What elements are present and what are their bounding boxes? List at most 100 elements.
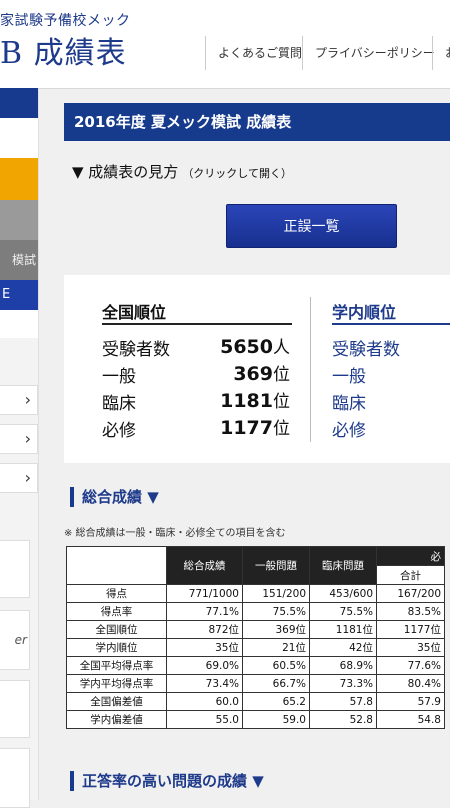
cell: 77.1% xyxy=(166,602,243,621)
row-label: 全国順位 xyxy=(66,620,167,639)
sidebar: 模試 E › › › er xyxy=(0,88,39,808)
row-label: 得点率 xyxy=(66,602,167,621)
rank-divider xyxy=(310,297,311,442)
col-general: 一般問題 xyxy=(242,546,310,585)
sidebar-link-2[interactable]: › xyxy=(0,424,38,454)
chevron-right-icon: › xyxy=(24,468,31,487)
logo-subtitle: 家試験予備校メック xyxy=(0,13,131,29)
school-label-clinical: 臨床 xyxy=(332,394,366,414)
table-corner-cell xyxy=(66,546,167,585)
sidebar-banner-4[interactable] xyxy=(0,748,30,808)
rank-label-clinical: 臨床 xyxy=(102,394,136,414)
overall-note: ※ 総合成績は一般・臨床・必修全ての項目を含む xyxy=(64,528,286,539)
rank-value-general: 369位 xyxy=(233,363,290,385)
national-title-underline xyxy=(102,323,292,325)
row-label: 全国偏差値 xyxy=(66,692,167,711)
cell: 75.5% xyxy=(242,602,310,621)
site-header: 家試験予備校メック B 成績表 よくあるご質問 プライバシーポリシー お xyxy=(0,0,450,89)
sidebar-banner-3[interactable] xyxy=(0,680,30,738)
rank-label-examinees: 受験者数 xyxy=(102,340,170,360)
ranking-panel: 全国順位 学内順位 受験者数 5650人 一般 369位 臨床 1181位 必修… xyxy=(64,275,450,463)
cell: 59.0 xyxy=(242,710,310,729)
cell: 771/1000 xyxy=(166,584,243,603)
col-group-required: 必 xyxy=(376,546,445,566)
banner-logo-mark: er xyxy=(14,633,27,647)
cell: 151/200 xyxy=(242,584,310,603)
page-title: 2016年度 夏メック模試 成績表 xyxy=(64,103,450,141)
school-title-underline xyxy=(332,323,450,325)
row-label: 学内順位 xyxy=(66,638,167,657)
cell: 60.5% xyxy=(242,656,310,675)
table-header-row: 総合成績 一般問題 臨床問題 必 xyxy=(66,546,445,585)
table-row: 全国偏差値 60.0 65.2 57.8 57.9 xyxy=(66,692,445,711)
col-clinical: 臨床問題 xyxy=(309,546,377,585)
table-row: 学内順位 35位 21位 42位 35位 xyxy=(66,638,445,657)
howto-label: ▼ 成績表の見方 xyxy=(72,163,179,181)
overall-section-toggle[interactable]: 総合成績 ▼ xyxy=(70,487,159,507)
cell: 68.9% xyxy=(309,656,377,675)
cell: 75.5% xyxy=(309,602,377,621)
cell: 73.4% xyxy=(166,674,243,693)
chevron-right-icon: › xyxy=(24,429,31,448)
sidebar-block-orange[interactable] xyxy=(0,158,38,200)
howto-hint: （クリックして開く） xyxy=(182,167,292,180)
nav-faq[interactable]: よくあるご質問 xyxy=(205,36,302,70)
rank-value-required: 1177位 xyxy=(220,417,290,439)
rank-value-examinees: 5650人 xyxy=(220,336,290,358)
national-rank-title: 全国順位 xyxy=(102,303,167,322)
nav-item-partial[interactable]: お xyxy=(432,36,450,70)
sidebar-item-mock-exam[interactable]: 模試 xyxy=(0,240,38,280)
cell: 21位 xyxy=(242,638,310,657)
cell: 55.0 xyxy=(166,710,243,729)
cell: 35位 xyxy=(376,638,445,657)
high-accuracy-section-toggle[interactable]: 正答率の高い問題の成績 ▼ xyxy=(70,771,264,791)
cell: 52.8 xyxy=(309,710,377,729)
row-label: 全国平均得点率 xyxy=(66,656,167,675)
cell: 69.0% xyxy=(166,656,243,675)
table-row: 学内偏差値 55.0 59.0 52.8 54.8 xyxy=(66,710,445,729)
cell: 54.8 xyxy=(376,710,445,729)
sidebar-banner-2[interactable]: er xyxy=(0,610,30,670)
sidebar-block-gray[interactable] xyxy=(0,200,38,240)
table-row: 得点率 77.1% 75.5% 75.5% 83.5% xyxy=(66,602,445,621)
table-row: 全国順位 872位 369位 1181位 1177位 xyxy=(66,620,445,639)
sidebar-item-e[interactable]: E xyxy=(0,280,38,310)
cell: 57.9 xyxy=(376,692,445,711)
cell: 73.3% xyxy=(309,674,377,693)
rank-label-general: 一般 xyxy=(102,367,136,387)
cell: 83.5% xyxy=(376,602,445,621)
sidebar-block-navy[interactable] xyxy=(0,88,38,118)
cell: 57.8 xyxy=(309,692,377,711)
table-row: 得点 771/1000 151/200 453/600 167/200 xyxy=(66,584,445,603)
errata-button[interactable]: 正誤一覧 xyxy=(226,204,397,248)
row-label: 学内平均得点率 xyxy=(66,674,167,693)
rank-label-required: 必修 xyxy=(102,421,136,441)
cell: 35位 xyxy=(166,638,243,657)
cell: 42位 xyxy=(309,638,377,657)
chevron-right-icon: › xyxy=(24,390,31,409)
logo-title[interactable]: B 成績表 xyxy=(0,28,127,72)
cell: 872位 xyxy=(166,620,243,639)
overall-score-table: 総合成績 一般問題 臨床問題 必 合計 得点 771/1000 151/200 … xyxy=(66,546,445,729)
cell: 66.7% xyxy=(242,674,310,693)
cell: 1177位 xyxy=(376,620,445,639)
sidebar-block-spacer xyxy=(0,310,38,338)
row-label: 学内偏差値 xyxy=(66,710,167,729)
cell: 1181位 xyxy=(309,620,377,639)
nav-privacy-policy[interactable]: プライバシーポリシー xyxy=(302,36,435,70)
school-label-general: 一般 xyxy=(332,367,366,387)
sidebar-link-3[interactable]: › xyxy=(0,463,38,493)
school-label-required: 必修 xyxy=(332,421,366,441)
rank-value-clinical: 1181位 xyxy=(220,390,290,412)
cell: 77.6% xyxy=(376,656,445,675)
cell: 65.2 xyxy=(242,692,310,711)
howto-toggle[interactable]: ▼ 成績表の見方 （クリックして開く） xyxy=(72,161,292,182)
sidebar-banner-1[interactable] xyxy=(0,540,30,598)
sidebar-link-1[interactable]: › xyxy=(0,385,38,415)
school-rank-title: 学内順位 xyxy=(332,303,397,322)
col-overall: 総合成績 xyxy=(166,546,243,585)
cell: 80.4% xyxy=(376,674,445,693)
col-total: 合計 xyxy=(376,565,445,585)
sidebar-block-white[interactable] xyxy=(0,118,38,158)
school-label-examinees: 受験者数 xyxy=(332,340,400,360)
